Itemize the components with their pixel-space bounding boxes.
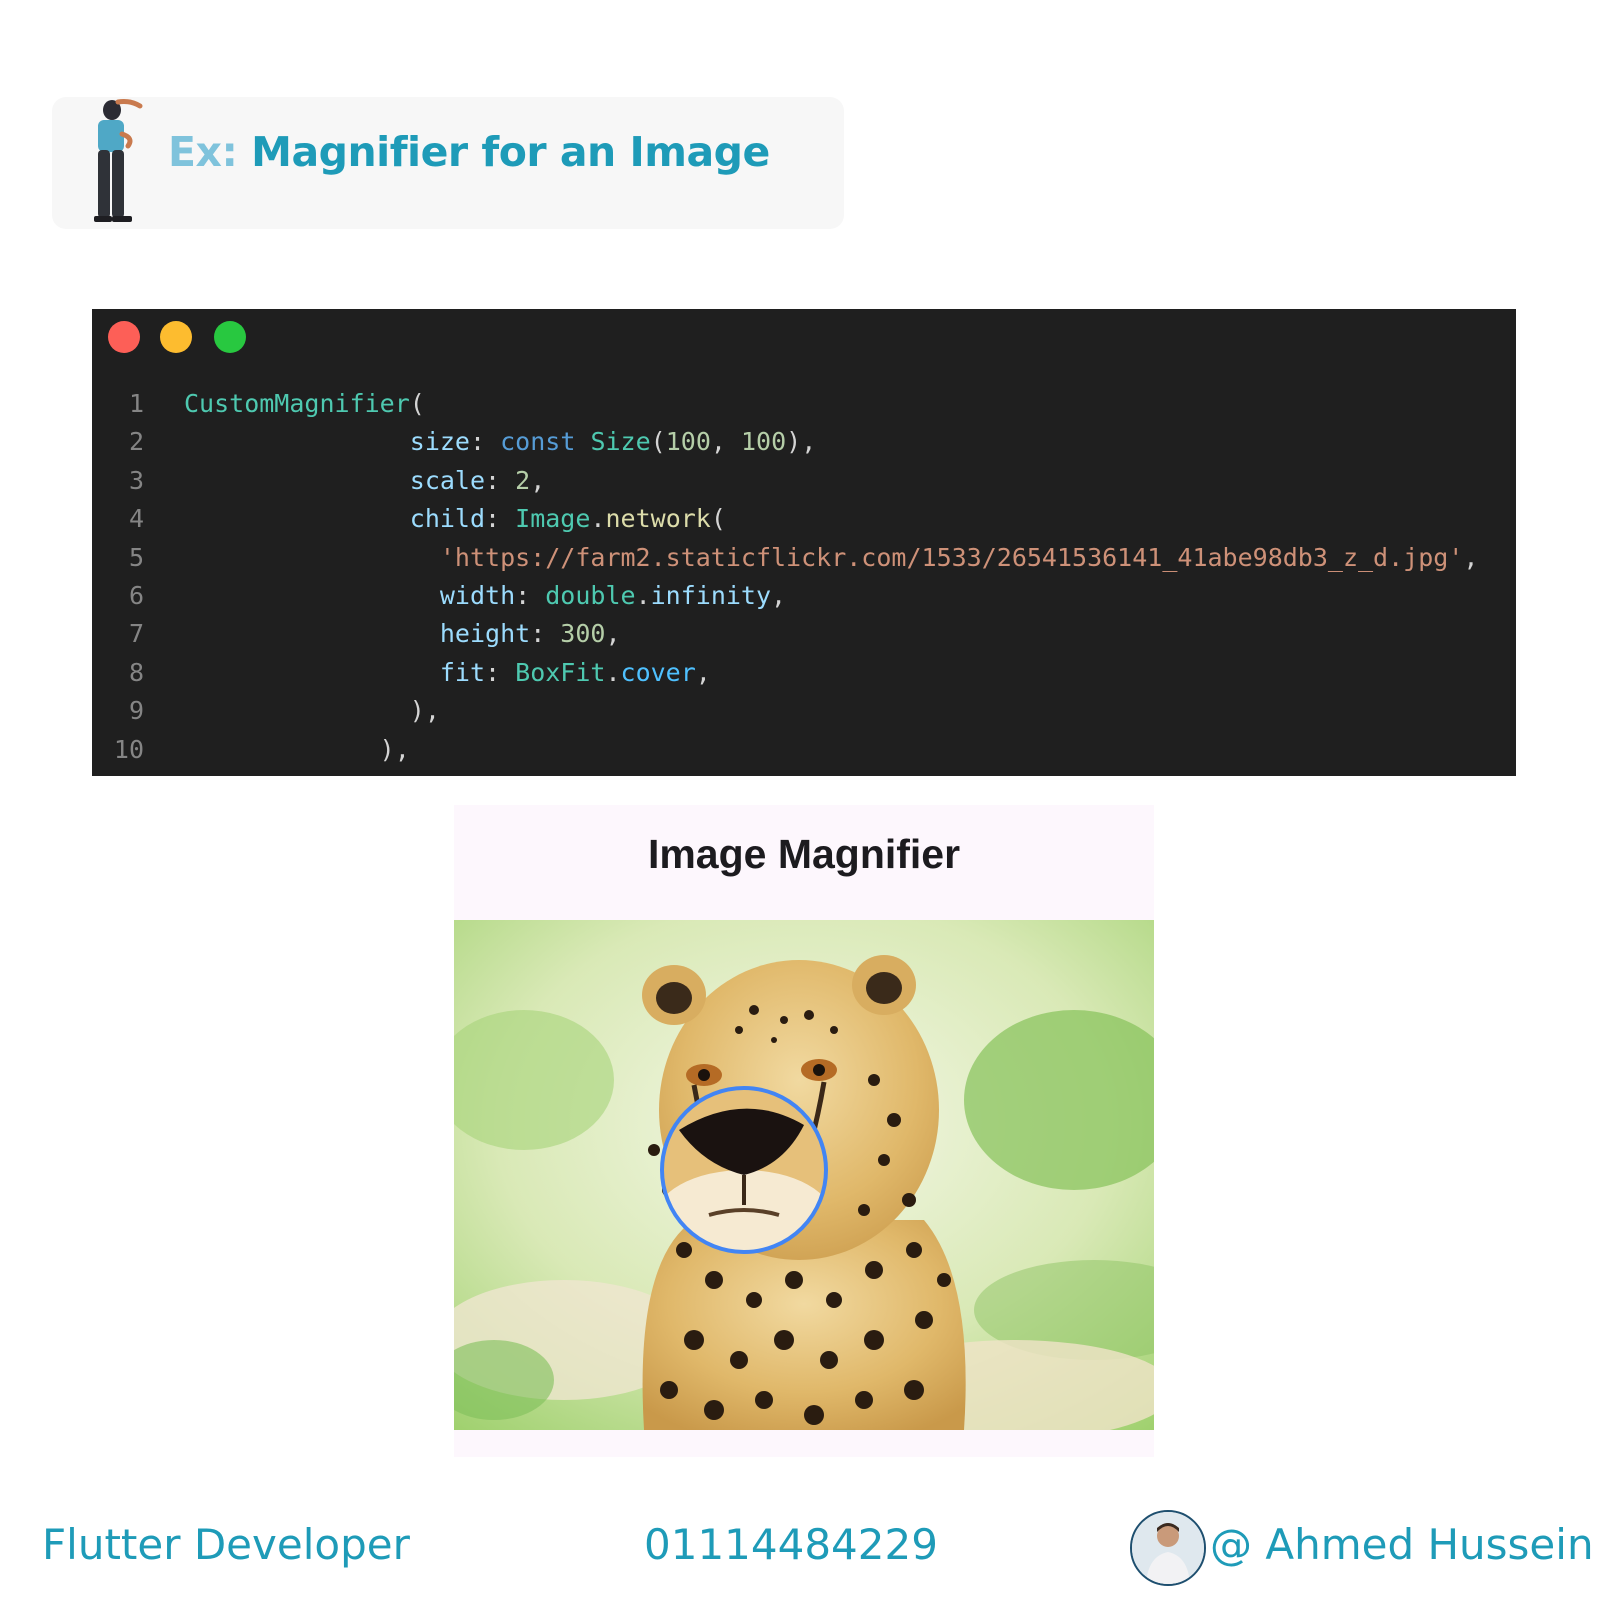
code-token: , [530,465,546,495]
avatar [1130,1510,1206,1586]
line-number: 7 [128,619,144,649]
app-preview: Image Magnifier [454,805,1154,1457]
code-lines: 1 CustomMagnifier(2 size: const Size(100,… [92,385,1516,769]
code-token: . [605,657,621,687]
code-text: ), [184,731,410,769]
code-token: , [771,580,787,610]
window-minimize-dot-icon [160,321,192,353]
code-token: const [500,427,576,457]
footer-phone: 01114484229 [644,1520,938,1569]
code-text: scale: 2, [184,462,546,500]
code-line: 8 fit: BoxFit.cover, [92,654,1516,692]
line-number: 5 [128,542,144,572]
heading-title: Magnifier for an Image [251,128,770,176]
code-token: 2 [515,465,531,495]
code-line: 4 child: Image.network( [92,500,1516,538]
code-text: size: const Size(100, 100), [184,423,816,461]
line-number: 4 [128,504,144,534]
code-token: : [515,580,546,610]
line-number: 9 [128,696,144,726]
code-token: 100 [665,427,711,457]
line-number: 2 [128,427,144,457]
code-line: 5 'https://farm2.staticflickr.com/1533/2… [92,539,1516,577]
person-illustration-icon [94,99,143,222]
window-close-dot-icon [108,321,140,353]
code-token: , [605,619,621,649]
code-token: : [530,619,561,649]
code-token: . [635,580,651,610]
code-line: 3 scale: 2, [92,462,1516,500]
code-token: . [590,504,606,534]
code-token: scale [409,465,486,495]
code-line: 9 ), [92,692,1516,730]
footer-role: Flutter Developer [42,1520,410,1569]
code-token: child [409,504,486,534]
code-token: double [545,580,636,610]
footer-handle: @ Ahmed Hussein [1210,1520,1594,1569]
code-token: ( [409,389,425,418]
code-token: size [409,427,470,457]
code-text: 'https://farm2.staticflickr.com/1533/265… [184,539,1479,577]
code-token: , [1463,542,1479,572]
window-maximize-dot-icon [214,321,246,353]
code-text: child: Image.network( [184,500,726,538]
code-token: ( [710,504,726,534]
code-token: Image [515,504,591,534]
code-token: Size [590,427,651,457]
code-line: 6 width: double.infinity, [92,577,1516,615]
code-token: height [439,619,531,649]
app-title: Image Magnifier [647,831,961,877]
code-token: fit [439,657,486,687]
line-number: 1 [128,389,144,418]
code-token: 'https://farm2.staticflickr.com/1533/265… [439,542,1464,572]
line-number: 6 [128,580,144,610]
code-token: : [485,657,516,687]
code-token: 100 [740,427,787,457]
page-heading: Ex: Magnifier for an Image [168,128,770,176]
code-text: fit: BoxFit.cover, [184,654,711,692]
line-number: 8 [128,657,144,687]
code-line: 2 size: const Size(100, 100), [92,423,1516,461]
code-token: infinity [650,580,772,610]
code-text: ), [184,692,440,730]
code-token: , [710,427,741,457]
heading-prefix: Ex: [168,128,238,176]
code-token: : [485,465,516,495]
code-token: BoxFit [515,657,606,687]
code-token: cover [620,657,696,687]
code-token: ), [786,427,817,457]
code-token: ), [409,696,440,726]
code-token: CustomMagnifier [184,389,410,418]
code-text: width: double.infinity, [184,577,786,615]
code-line: 10 ), [92,731,1516,769]
line-number: 3 [128,465,144,495]
code-token: width [439,580,516,610]
avatar-photo-icon [1132,1512,1204,1584]
line-number: 10 [113,734,144,764]
code-line: 1 CustomMagnifier( [92,385,1516,423]
code-token: : [485,504,516,534]
code-window: 1 CustomMagnifier(2 size: const Size(100,… [92,309,1516,776]
code-text: height: 300, [184,615,621,653]
code-line: 7 height: 300, [92,615,1516,653]
cheetah-image-area[interactable] [454,920,1154,1430]
code-token: network [605,504,711,534]
code-token: ( [650,427,666,457]
code-token: : [470,427,501,457]
code-token: , [695,657,711,687]
code-token: ), [379,734,410,764]
code-token: 300 [560,619,606,649]
cheetah-image [454,920,1154,1430]
code-text: CustomMagnifier( [184,385,425,423]
